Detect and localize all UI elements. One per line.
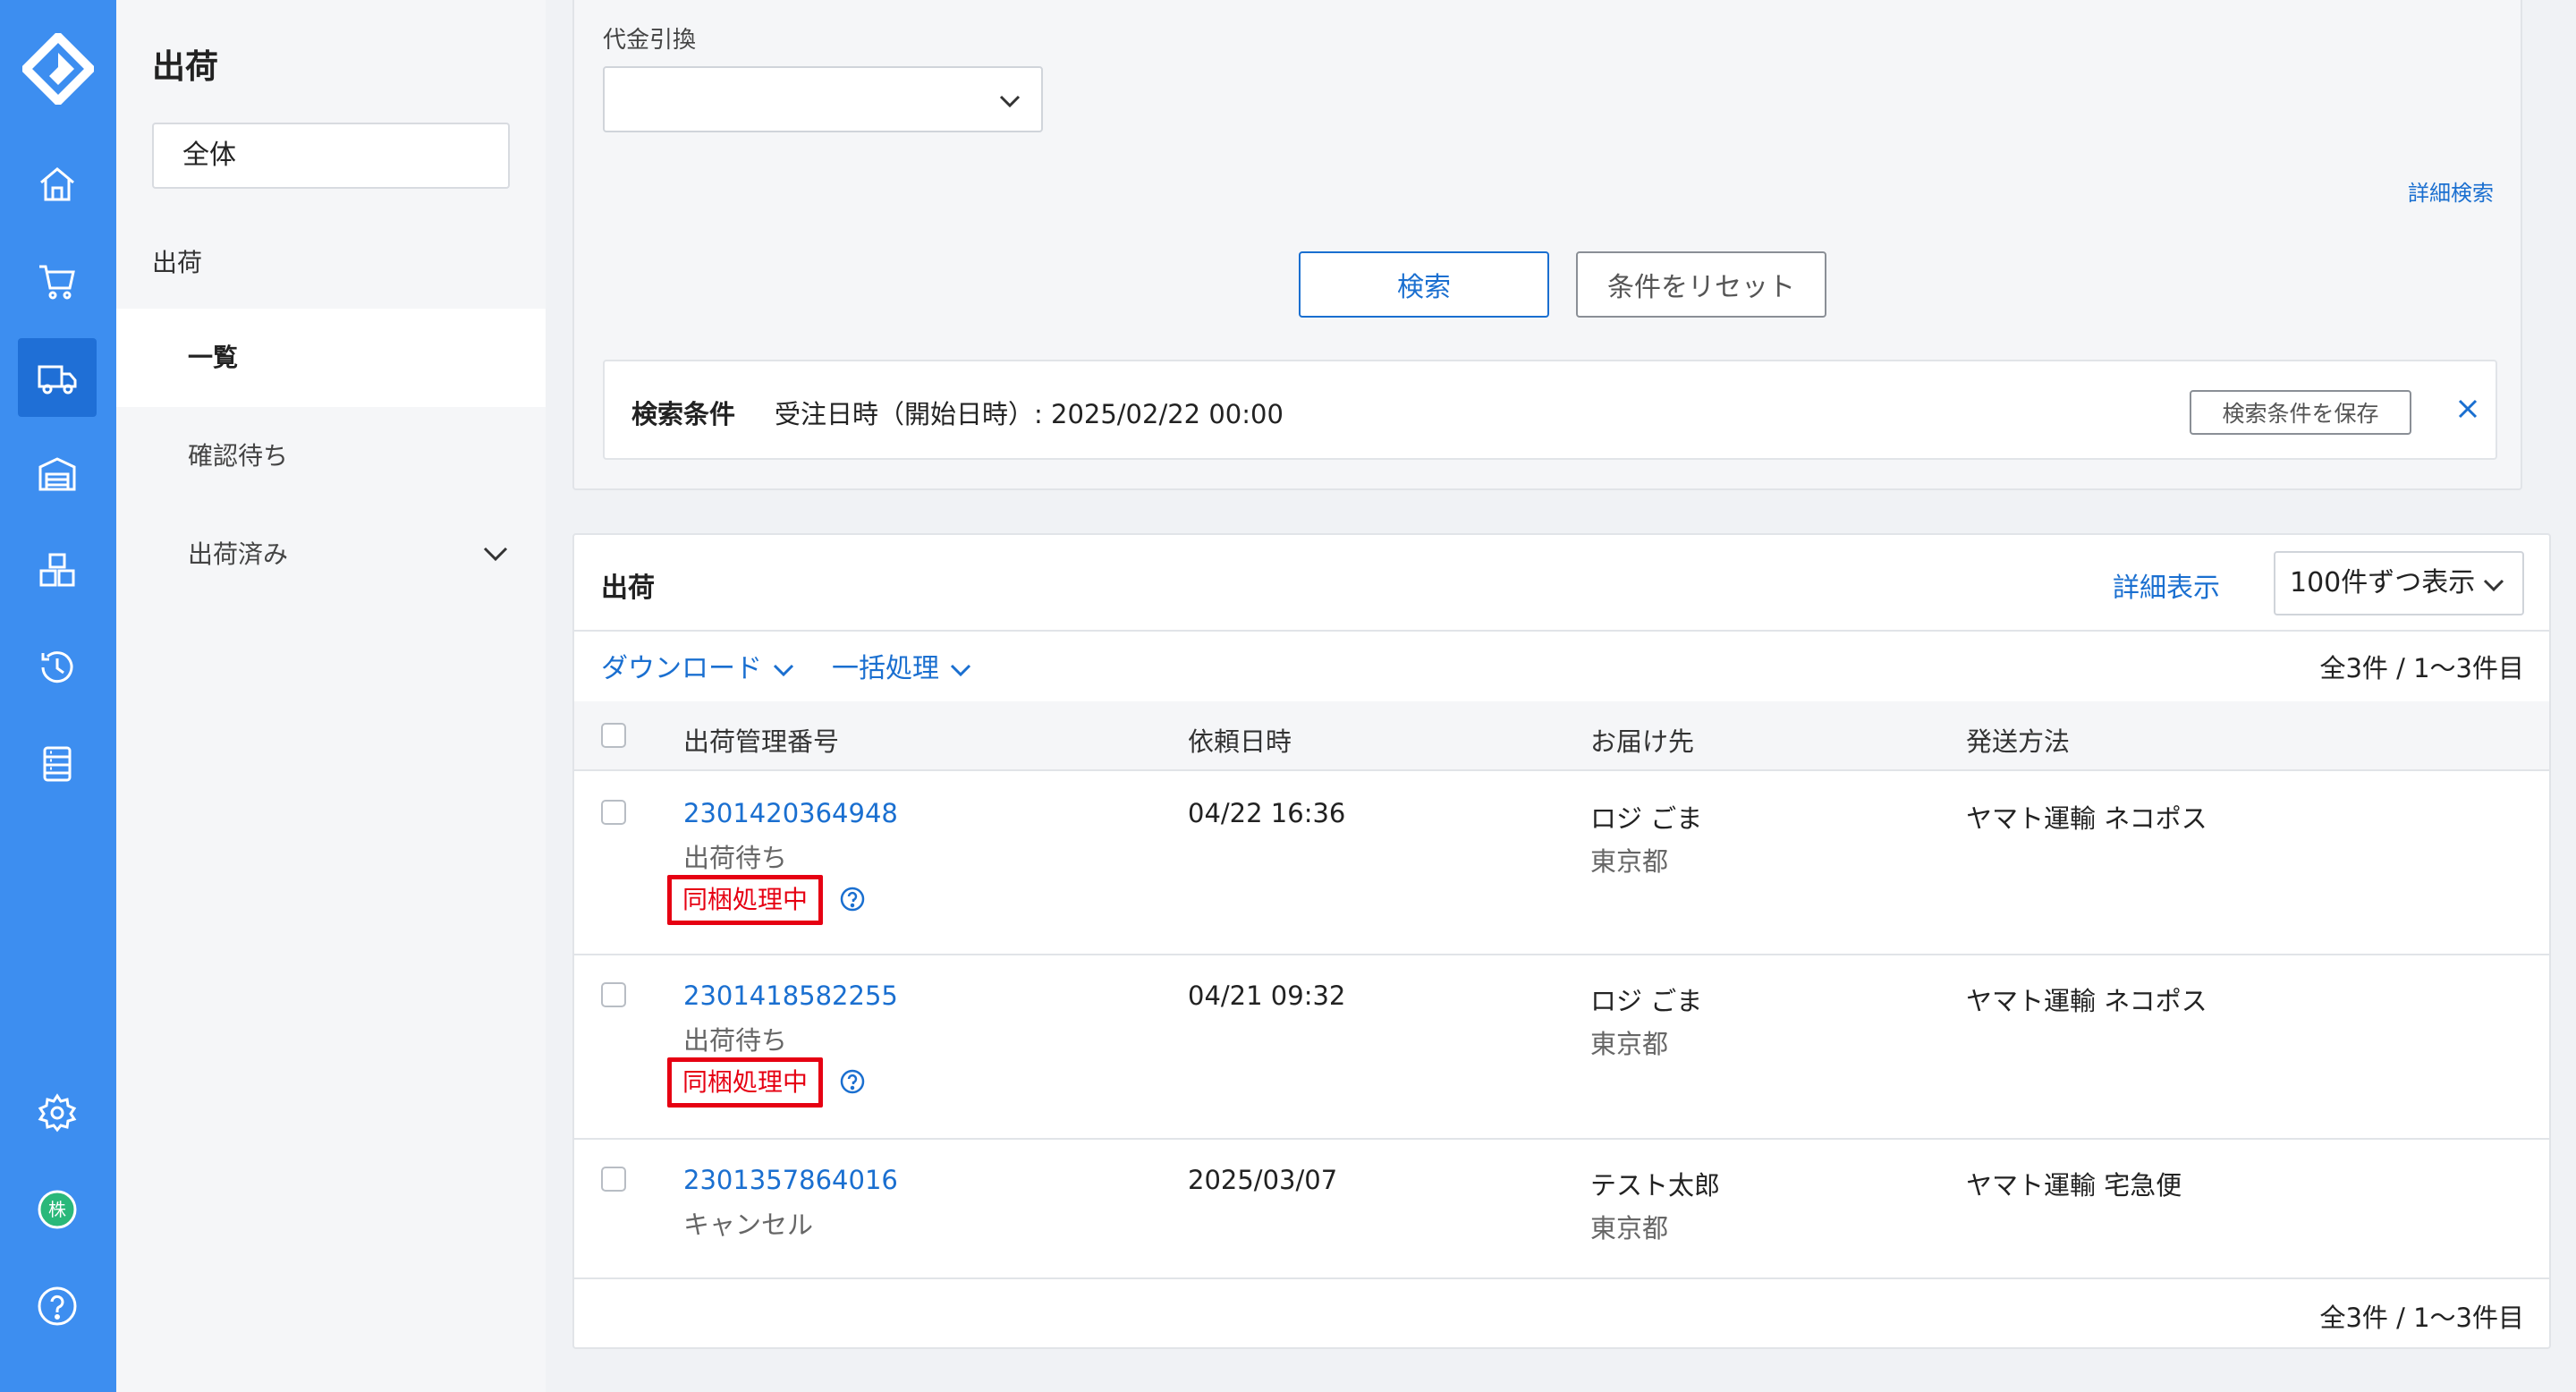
close-icon[interactable] <box>2454 395 2481 422</box>
row-checkbox[interactable] <box>601 1167 626 1192</box>
shipment-status: キャンセル <box>683 1210 814 1240</box>
help-icon[interactable] <box>18 1267 97 1345</box>
boxes-icon[interactable] <box>18 531 97 610</box>
icon-rail: 株 <box>0 0 116 1392</box>
shipping-method: ヤマト運輸 ネコポス <box>1966 803 2207 834</box>
sidebar-item-label: 確認待ち <box>188 441 289 471</box>
shipping-method: ヤマト運輸 宅急便 <box>1966 1170 2182 1201</box>
sidebar-item-label: 一覧 <box>188 343 239 372</box>
reset-button[interactable]: 条件をリセット <box>1576 251 1826 318</box>
detail-view-link[interactable]: 詳細表示 <box>2113 565 2220 605</box>
sidebar-group-label: 出荷 <box>152 248 203 277</box>
conditions-title: 検索条件 <box>631 399 736 429</box>
company-badge-icon[interactable]: 株 <box>18 1170 97 1249</box>
sidebar-title: 出荷 <box>152 47 218 86</box>
scope-selector[interactable]: 全体 <box>152 123 510 189</box>
result-count-top: 全3件 / 1〜3件目 <box>2319 653 2524 683</box>
recipient-prefecture: 東京都 <box>1590 1029 1669 1059</box>
results-panel: 出荷 詳細表示 100件ずつ表示 ダウンロード 一括処理 全3件 / 1〜3件目… <box>572 533 2551 1349</box>
request-date: 04/22 16:36 <box>1188 798 1346 828</box>
search-button[interactable]: 検索 <box>1299 251 1549 318</box>
column-header: 出荷管理番号 <box>683 726 840 757</box>
home-icon[interactable] <box>18 145 97 224</box>
advanced-search-link[interactable]: 詳細検索 <box>2408 175 2494 207</box>
download-label: ダウンロード <box>601 653 762 684</box>
shipment-id-link[interactable]: 2301418582255 <box>683 980 898 1011</box>
sidebar: 出荷 全体 出荷 一覧 確認待ち 出荷済み <box>116 0 546 1392</box>
help-icon[interactable] <box>839 1068 866 1095</box>
request-date: 04/21 09:32 <box>1188 980 1346 1011</box>
results-title: 出荷 <box>601 573 655 604</box>
company-badge-text: 株 <box>48 1199 66 1220</box>
main-content: 代金引換 詳細検索 検索 条件をリセット 検索条件 受注日時（開始日時）: 20… <box>546 0 2576 1392</box>
truck-icon[interactable] <box>18 338 97 417</box>
chevron-down-icon <box>950 664 971 676</box>
shipment-id-link[interactable]: 2301357864016 <box>683 1165 898 1195</box>
recipient-prefecture: 東京都 <box>1590 1213 1669 1243</box>
chevron-down-icon <box>483 547 508 562</box>
column-header: 依頼日時 <box>1188 726 1292 757</box>
sidebar-item-label: 出荷済み <box>188 539 289 569</box>
chevron-down-icon <box>773 664 794 676</box>
help-icon[interactable] <box>839 886 866 912</box>
table-row: 2301357864016 キャンセル 2025/03/07 テスト太郎 東京都… <box>574 1140 2549 1274</box>
chevron-down-icon <box>2483 579 2504 592</box>
conditions-text: 受注日時（開始日時）: 2025/02/22 00:00 <box>775 399 1284 429</box>
per-page-select[interactable]: 100件ずつ表示 <box>2274 551 2524 615</box>
result-count-bottom: 全3件 / 1〜3件目 <box>2319 1303 2524 1333</box>
divider <box>574 630 2549 632</box>
column-header: 発送方法 <box>1966 726 2071 757</box>
bundling-badge: 同梱処理中 <box>667 1057 824 1108</box>
gear-icon[interactable] <box>18 1074 97 1152</box>
bundling-badge: 同梱処理中 <box>667 875 824 925</box>
download-menu[interactable]: ダウンロード <box>601 646 796 685</box>
table-header: 出荷管理番号 依頼日時 お届け先 発送方法 <box>574 701 2549 769</box>
row-checkbox[interactable] <box>601 800 626 825</box>
shipping-method: ヤマト運輸 ネコポス <box>1966 986 2207 1016</box>
recipient-name: ロジ ごま <box>1590 803 1703 834</box>
recipient-prefecture: 東京都 <box>1590 846 1669 877</box>
search-conditions: 検索条件 受注日時（開始日時）: 2025/02/22 00:00 検索条件を保… <box>603 360 2497 460</box>
shipment-status: 出荷待ち <box>683 1025 788 1056</box>
bulk-label: 一括処理 <box>832 653 939 684</box>
table-row: 2301420364948 出荷待ち 同梱処理中 04/22 16:36 ロジ … <box>574 771 2549 954</box>
row-checkbox[interactable] <box>601 982 626 1007</box>
recipient-name: テスト太郎 <box>1590 1170 1721 1201</box>
sidebar-item-list[interactable]: 一覧 <box>116 309 546 407</box>
table-row: 2301418582255 出荷待ち 同梱処理中 04/21 09:32 ロジ … <box>574 955 2549 1138</box>
recipient-name: ロジ ごま <box>1590 986 1703 1016</box>
chevron-down-icon <box>999 95 1021 108</box>
history-icon[interactable] <box>18 628 97 707</box>
select-all-checkbox[interactable] <box>601 723 626 748</box>
list-icon[interactable] <box>18 725 97 803</box>
cod-label: 代金引換 <box>603 27 697 54</box>
cart-icon[interactable] <box>18 242 97 320</box>
request-date: 2025/03/07 <box>1188 1165 1338 1195</box>
bulk-action-menu[interactable]: 一括処理 <box>832 646 973 685</box>
cod-select[interactable] <box>603 66 1043 132</box>
warehouse-icon[interactable] <box>18 435 97 514</box>
divider <box>574 1277 2549 1279</box>
sidebar-item-pending[interactable]: 確認待ち <box>116 407 546 505</box>
column-header: お届け先 <box>1590 726 1695 757</box>
sidebar-item-shipped[interactable]: 出荷済み <box>116 505 546 604</box>
app-logo-icon[interactable] <box>22 33 94 105</box>
shipment-id-link[interactable]: 2301420364948 <box>683 798 898 828</box>
save-conditions-button[interactable]: 検索条件を保存 <box>2190 390 2411 435</box>
per-page-value: 100件ずつ表示 <box>2290 567 2476 598</box>
search-panel: 代金引換 詳細検索 検索 条件をリセット 検索条件 受注日時（開始日時）: 20… <box>572 0 2522 490</box>
shipment-status: 出荷待ち <box>683 843 788 873</box>
